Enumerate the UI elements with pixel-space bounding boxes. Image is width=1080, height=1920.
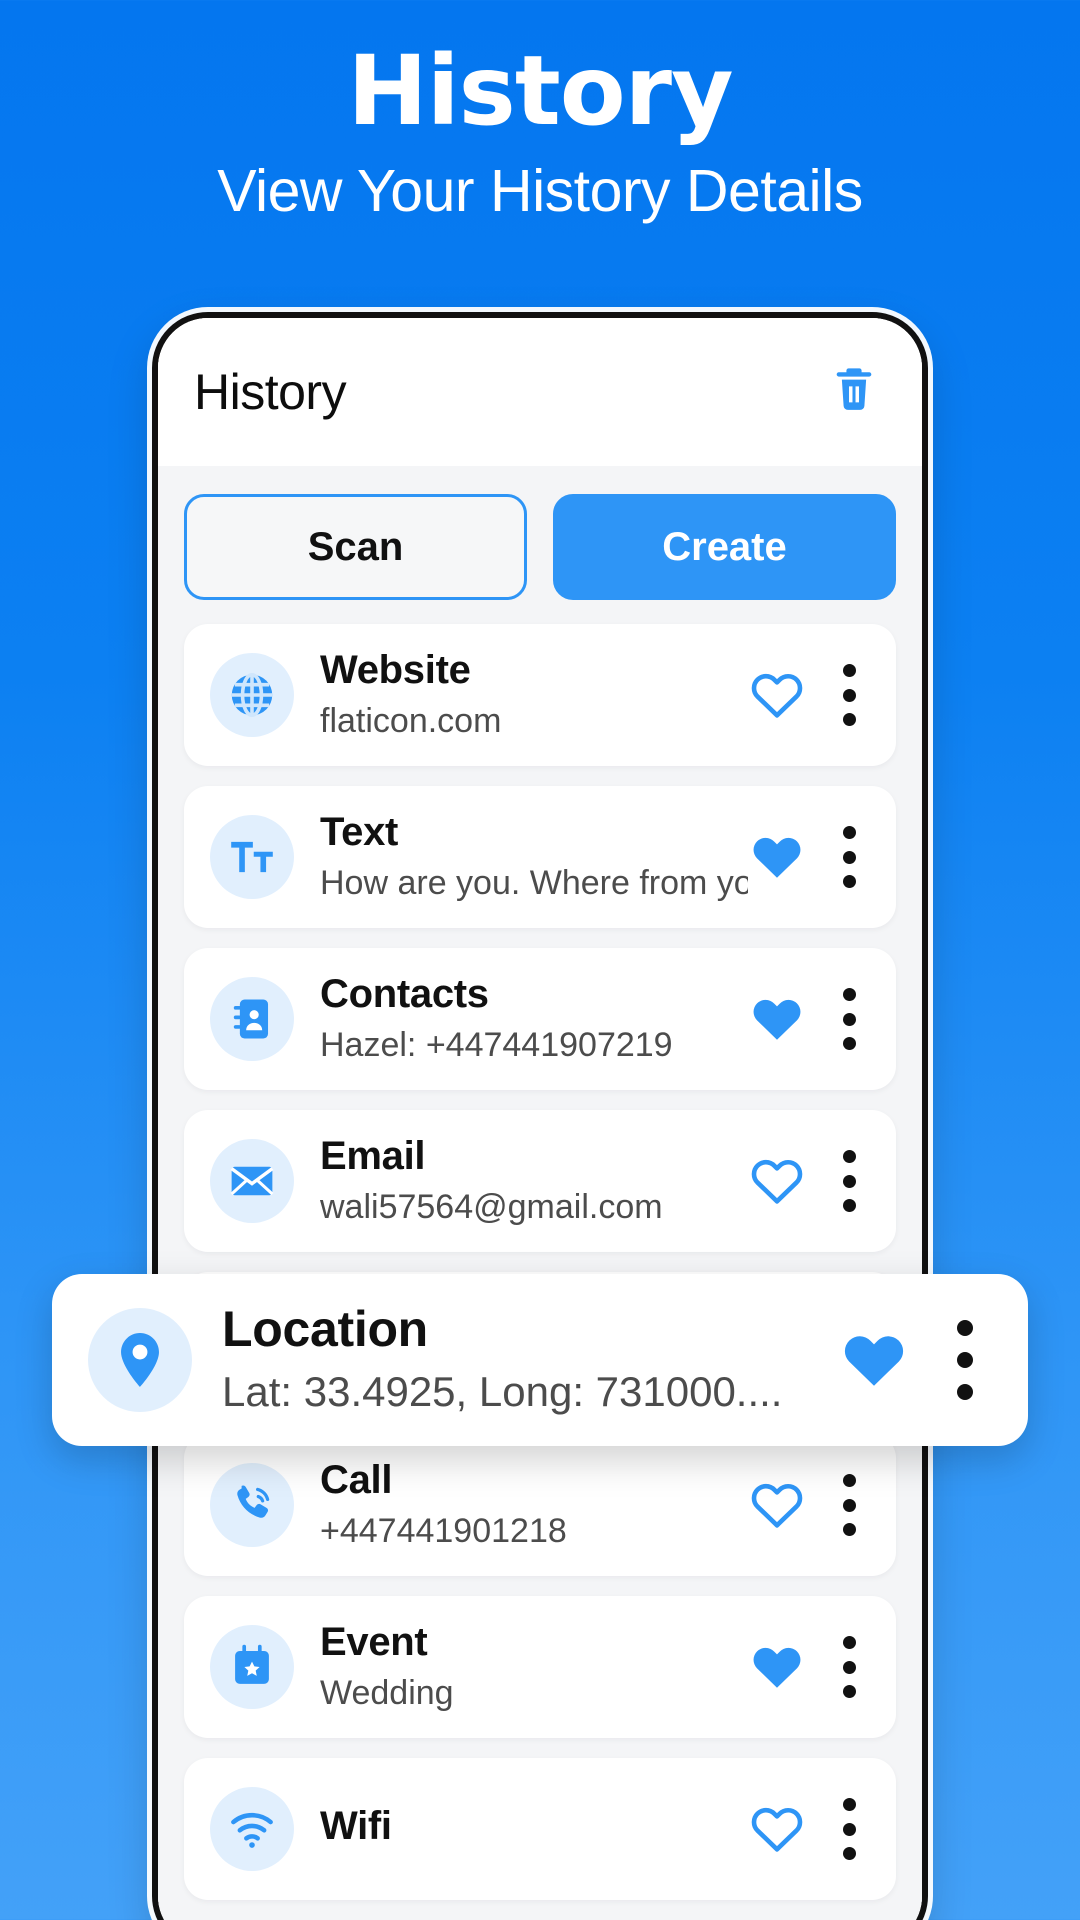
- list-item-text: Call +447441901218: [294, 1457, 748, 1552]
- wifi-icon: [210, 1787, 294, 1871]
- kebab-menu-icon[interactable]: [944, 1316, 986, 1404]
- kebab-menu-icon[interactable]: [832, 660, 866, 730]
- list-item-title: Wifi: [320, 1804, 392, 1849]
- phone-mockup: History Scan Create Website flaticon.com…: [152, 312, 928, 1920]
- list-item-text: Wifi: [294, 1803, 748, 1854]
- list-item-text: Text How are you. Where from you....: [294, 809, 748, 904]
- favorite-heart-icon[interactable]: [748, 1800, 806, 1858]
- promo-header: History View Your History Details: [0, 0, 1080, 226]
- list-item-title: Email: [320, 1134, 426, 1179]
- text-format-icon: [210, 815, 294, 899]
- favorite-heart-icon[interactable]: [748, 1476, 806, 1534]
- favorite-heart-icon[interactable]: [748, 990, 806, 1048]
- app-screen: History Scan Create Website flaticon.com…: [158, 318, 922, 1920]
- promo-subtitle: View Your History Details: [217, 157, 863, 224]
- list-item-text: Email wali57564@gmail.com: [294, 1133, 748, 1228]
- list-item[interactable]: Event Wedding: [184, 1596, 896, 1738]
- list-item-title: Event: [320, 1620, 428, 1665]
- list-item-actions: [748, 1794, 866, 1864]
- app-bar: History: [158, 318, 922, 466]
- list-item-actions: [748, 1470, 866, 1540]
- list-item-text: Event Wedding: [294, 1619, 748, 1714]
- phone-call-icon: [210, 1463, 294, 1547]
- kebab-menu-icon[interactable]: [832, 1470, 866, 1540]
- list-item-subtitle: flaticon.com: [320, 701, 502, 740]
- kebab-menu-icon[interactable]: [832, 1146, 866, 1216]
- contacts-book-icon: [210, 977, 294, 1061]
- highlighted-location-card[interactable]: Location Lat: 33.4925, Long: 731000....: [52, 1274, 1028, 1446]
- list-item[interactable]: Website flaticon.com: [184, 624, 896, 766]
- trash-icon: [828, 363, 880, 422]
- page-title: History: [194, 364, 347, 420]
- list-item-title: Location: [222, 1301, 428, 1358]
- kebab-menu-icon[interactable]: [832, 822, 866, 892]
- location-pin-icon: [88, 1308, 192, 1412]
- list-item-subtitle: How are you. Where from you....: [320, 863, 748, 902]
- list-item-actions: [748, 984, 866, 1054]
- history-body: Scan Create Website flaticon.com Text Ho…: [158, 466, 922, 1920]
- delete-all-button[interactable]: [824, 362, 884, 422]
- globe-icon: [210, 653, 294, 737]
- kebab-menu-icon[interactable]: [832, 984, 866, 1054]
- list-item-subtitle: Hazel: +447441907219: [320, 1025, 673, 1064]
- list-item-actions: [748, 1632, 866, 1702]
- list-item-title: Website: [320, 648, 471, 693]
- favorite-heart-icon[interactable]: [748, 1152, 806, 1210]
- kebab-menu-icon[interactable]: [832, 1794, 866, 1864]
- list-item-actions: [748, 660, 866, 730]
- list-item[interactable]: Call +447441901218: [184, 1434, 896, 1576]
- favorite-heart-icon[interactable]: [748, 828, 806, 886]
- promo-title: History: [347, 35, 733, 147]
- favorite-heart-icon[interactable]: [748, 666, 806, 724]
- envelope-icon: [210, 1139, 294, 1223]
- calendar-event-icon: [210, 1625, 294, 1709]
- list-item-text: Location Lat: 33.4925, Long: 731000....: [192, 1300, 838, 1420]
- list-item-title: Contacts: [320, 972, 489, 1017]
- tab-create[interactable]: Create: [553, 494, 896, 600]
- list-item[interactable]: Text How are you. Where from you....: [184, 786, 896, 928]
- list-item-actions: [838, 1316, 986, 1404]
- list-item-text: Contacts Hazel: +447441907219: [294, 971, 748, 1066]
- list-item-text: Website flaticon.com: [294, 647, 748, 742]
- list-item[interactable]: Contacts Hazel: +447441907219: [184, 948, 896, 1090]
- segmented-tabs: Scan Create: [184, 480, 896, 624]
- list-item-title: Text: [320, 810, 399, 855]
- list-item-subtitle: Lat: 33.4925, Long: 731000....: [222, 1368, 783, 1416]
- list-item-actions: [748, 822, 866, 892]
- list-item-subtitle: +447441901218: [320, 1511, 567, 1550]
- list-item[interactable]: Wifi: [184, 1758, 896, 1900]
- list-item-actions: [748, 1146, 866, 1216]
- list-item-subtitle: Wedding: [320, 1673, 454, 1712]
- list-item-subtitle: wali57564@gmail.com: [320, 1187, 663, 1226]
- favorite-heart-icon[interactable]: [838, 1324, 910, 1396]
- list-item[interactable]: Email wali57564@gmail.com: [184, 1110, 896, 1252]
- list-item-title: Call: [320, 1458, 393, 1503]
- tab-scan[interactable]: Scan: [184, 494, 527, 600]
- kebab-menu-icon[interactable]: [832, 1632, 866, 1702]
- history-list: Website flaticon.com Text How are you. W…: [184, 624, 896, 1900]
- favorite-heart-icon[interactable]: [748, 1638, 806, 1696]
